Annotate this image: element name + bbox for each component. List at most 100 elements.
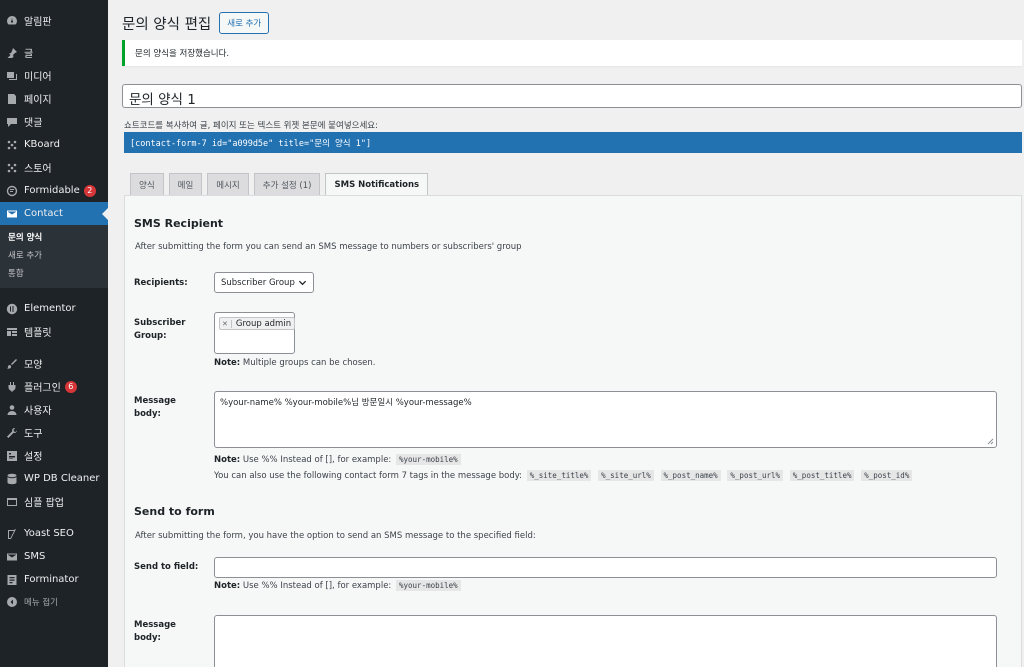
sidebar-item-dashboard[interactable]: 알림판 bbox=[0, 9, 108, 32]
note-text: Multiple groups can be chosen. bbox=[240, 358, 376, 368]
sms-notifications-panel: SMS Recipient After submitting the form … bbox=[124, 195, 1022, 667]
kboard-icon bbox=[6, 139, 18, 151]
sidebar-item-simple-popup[interactable]: 심플 팝업 bbox=[0, 490, 108, 513]
shortcode-label: 쇼트코드를 복사하여 글, 페이지 또는 텍스트 위젯 본문에 붙여넣으세요: bbox=[124, 121, 378, 131]
tags-note: You can also use the following contact f… bbox=[214, 470, 914, 481]
sidebar-item-label: WP DB Cleaner bbox=[24, 473, 100, 484]
sidebar-item-wp-db-cleaner[interactable]: WP DB Cleaner bbox=[0, 467, 108, 490]
recipients-select[interactable]: Subscriber Group bbox=[214, 272, 314, 293]
subscriber-group-label: Subscriber Group: bbox=[134, 318, 186, 341]
forminator-icon bbox=[6, 574, 18, 586]
sidebar-item-label: 플러그인 bbox=[24, 383, 61, 394]
sidebar-item-label: Yoast SEO bbox=[24, 528, 74, 539]
sidebar-item-yoast-seo[interactable]: Yoast SEO bbox=[0, 522, 108, 545]
sidebar-item-templates[interactable]: 템플릿 bbox=[0, 320, 108, 343]
submenu-item-integration[interactable]: 통합 bbox=[0, 265, 108, 283]
sidebar-item-settings[interactable]: 설정 bbox=[0, 444, 108, 467]
elementor-icon bbox=[6, 303, 18, 315]
sidebar-item-sms[interactable]: SMS bbox=[0, 545, 108, 568]
user-icon bbox=[6, 404, 18, 416]
tab-messages[interactable]: 메시지 bbox=[207, 173, 249, 195]
sidebar-item-label: SMS bbox=[24, 551, 46, 562]
send-to-field-note: Note: Use %% Instead of [], for example:… bbox=[214, 580, 463, 591]
admin-sidebar: 알림판 글 미디어 페이지 댓글 KBoard 스토어 Formidable 2… bbox=[0, 0, 108, 667]
sidebar-item-tools[interactable]: 도구 bbox=[0, 421, 108, 444]
sidebar-item-label: 알림판 bbox=[24, 17, 52, 28]
plugin-icon bbox=[6, 381, 18, 393]
collapse-menu-button[interactable]: 메뉴 접기 bbox=[0, 591, 108, 613]
sidebar-item-posts[interactable]: 글 bbox=[0, 41, 108, 64]
tab-sms-notifications[interactable]: SMS Notifications bbox=[325, 173, 429, 196]
sidebar-item-label: 사용자 bbox=[24, 406, 52, 417]
sidebar-item-formidable[interactable]: Formidable 2 bbox=[0, 179, 108, 202]
collapse-menu-label: 메뉴 접기 bbox=[24, 598, 58, 608]
sms-recipient-description: After submitting the form you can send a… bbox=[135, 242, 522, 252]
sidebar-item-label: 미디어 bbox=[24, 72, 52, 83]
settings-icon bbox=[6, 450, 18, 462]
shortcode-field[interactable]: [contact-form-7 id="a099d5e" title="문의 양… bbox=[124, 132, 1022, 153]
sidebar-item-label: 스토어 bbox=[24, 164, 52, 175]
tab-form[interactable]: 양식 bbox=[130, 173, 164, 195]
tag-code: %_post_id% bbox=[861, 470, 913, 481]
send-to-form-heading: Send to form bbox=[134, 505, 215, 518]
send-to-form-message-label: Message body: bbox=[134, 620, 176, 643]
sidebar-item-appearance[interactable]: 모양 bbox=[0, 352, 108, 375]
main-content: 문의 양식 편집 새로 추가 문의 양식을 저장했습니다. 문의 양식 1 쇼트… bbox=[108, 0, 1024, 667]
sidebar-item-pages[interactable]: 페이지 bbox=[0, 87, 108, 110]
tab-mail[interactable]: 메일 bbox=[168, 173, 203, 195]
message-note: Note: Use %% Instead of [], for example:… bbox=[214, 454, 463, 465]
sidebar-item-label: 설정 bbox=[24, 452, 43, 463]
sidebar-item-forminator[interactable]: Forminator bbox=[0, 568, 108, 591]
sidebar-item-contact[interactable]: Contact bbox=[0, 202, 108, 225]
sidebar-item-media[interactable]: 미디어 bbox=[0, 64, 108, 87]
tags-note-text: You can also use the following contact f… bbox=[214, 471, 523, 481]
sidebar-item-label: 심플 팝업 bbox=[24, 498, 64, 509]
tag-code: %_post_url% bbox=[727, 470, 784, 481]
tag-code: %_post_name% bbox=[660, 470, 721, 481]
formidable-icon bbox=[6, 185, 18, 197]
resize-handle-icon[interactable] bbox=[987, 438, 994, 445]
sidebar-item-label: KBoard bbox=[24, 139, 60, 150]
popup-icon bbox=[6, 496, 18, 508]
chevron-down-icon bbox=[298, 280, 307, 286]
message-body-label: Message body: bbox=[134, 396, 176, 419]
tab-additional-settings[interactable]: 추가 설정 (1) bbox=[253, 173, 321, 195]
store-icon bbox=[6, 162, 18, 174]
sidebar-item-elementor[interactable]: Elementor bbox=[0, 297, 108, 320]
form-title-input[interactable]: 문의 양식 1 bbox=[122, 84, 1022, 108]
example-tag-code: %your-mobile% bbox=[396, 454, 461, 465]
sidebar-item-label: 페이지 bbox=[24, 95, 52, 106]
send-to-field-input[interactable] bbox=[214, 557, 997, 578]
sidebar-item-users[interactable]: 사용자 bbox=[0, 398, 108, 421]
pin-icon bbox=[6, 47, 18, 59]
dashboard-icon bbox=[6, 15, 18, 27]
success-notice: 문의 양식을 저장했습니다. bbox=[122, 40, 1022, 66]
sidebar-item-kboard[interactable]: KBoard bbox=[0, 133, 108, 156]
update-count-badge: 6 bbox=[64, 380, 77, 393]
note-text: Use %% Instead of [], for example: bbox=[240, 581, 394, 591]
sidebar-item-label: 템플릿 bbox=[24, 328, 52, 339]
tag-code: %_site_title% bbox=[526, 470, 592, 481]
sidebar-item-store[interactable]: 스토어 bbox=[0, 156, 108, 179]
group-chip-label: Group admin bbox=[235, 318, 292, 329]
subscriber-group-multiselect[interactable]: ✕ Group admin bbox=[214, 312, 296, 354]
brush-icon bbox=[6, 358, 18, 370]
sidebar-item-label: 도구 bbox=[24, 429, 43, 440]
sidebar-item-comments[interactable]: 댓글 bbox=[0, 110, 108, 133]
sidebar-item-label: 글 bbox=[24, 49, 34, 60]
sidebar-item-label: Formidable bbox=[24, 185, 80, 196]
sidebar-item-label: Elementor bbox=[24, 303, 76, 314]
remove-chip-icon[interactable]: ✕ bbox=[222, 319, 232, 328]
message-body-text: %your-name% %your-mobile%님 방문일시 %your-me… bbox=[220, 398, 472, 408]
send-to-form-message-textarea[interactable] bbox=[214, 615, 997, 667]
add-new-button[interactable]: 새로 추가 bbox=[219, 12, 270, 34]
submenu-item-contact-forms[interactable]: 문의 양식 bbox=[0, 229, 108, 247]
message-body-textarea[interactable]: %your-name% %your-mobile%님 방문일시 %your-me… bbox=[214, 391, 997, 448]
update-count-badge: 2 bbox=[83, 184, 96, 197]
sidebar-item-label: 댓글 bbox=[24, 118, 43, 129]
example-tag-code: %your-mobile% bbox=[396, 580, 461, 591]
group-chip: ✕ Group admin bbox=[219, 317, 296, 330]
submenu-item-add-new[interactable]: 새로 추가 bbox=[0, 247, 108, 265]
notice-text: 문의 양식을 저장했습니다. bbox=[135, 49, 230, 59]
sidebar-item-plugins[interactable]: 플러그인 6 bbox=[0, 375, 108, 398]
